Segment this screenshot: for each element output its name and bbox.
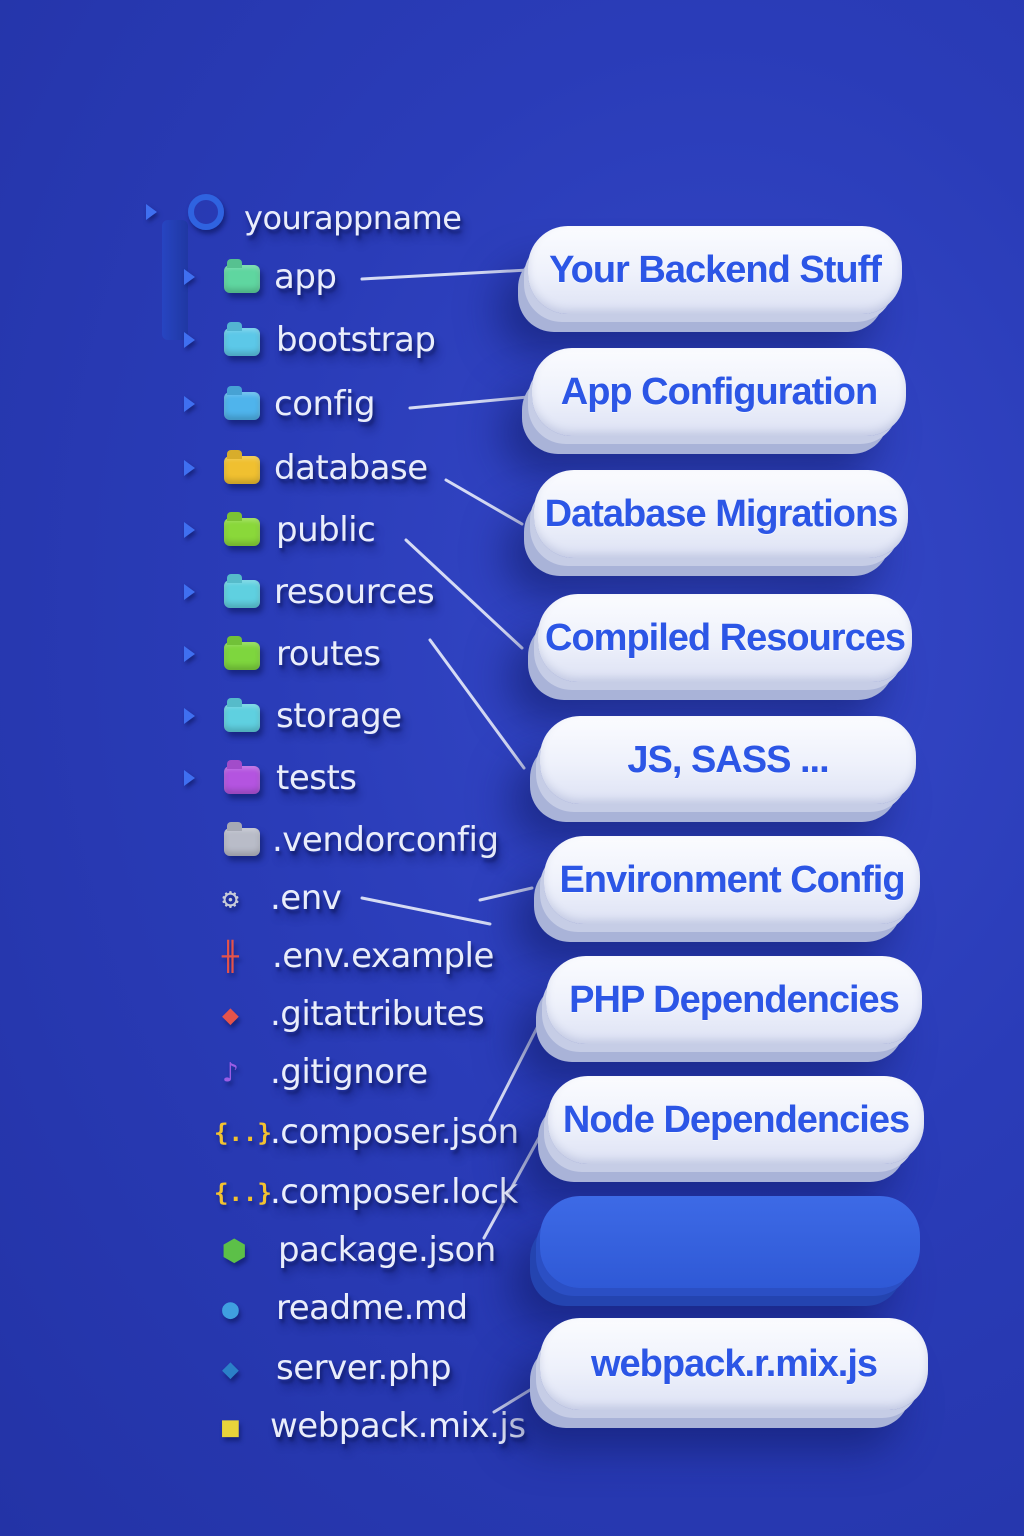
annotation-pill: webpack.r.mix.js <box>540 1318 928 1410</box>
folder-label[interactable]: tests <box>276 756 357 800</box>
info-icon: ● <box>222 1292 239 1325</box>
annotation-pill: JS, SASS ... <box>540 716 916 804</box>
annotation-pill: Environment Config <box>544 836 920 924</box>
file-label[interactable]: .gitignore <box>270 1050 428 1094</box>
pill-text: Your Backend Stuff <box>549 248 882 291</box>
pill-text: Database Migrations <box>544 492 899 535</box>
file-label[interactable]: .composer.json <box>270 1110 519 1154</box>
annotation-pill: Your Backend Stuff <box>528 226 902 314</box>
folder-database-icon <box>224 456 260 484</box>
root-circle-icon <box>188 194 224 230</box>
folder-label[interactable]: public <box>276 508 376 552</box>
file-label[interactable]: server.php <box>276 1346 452 1390</box>
expand-chevron-icon[interactable] <box>184 460 195 476</box>
folder-label[interactable]: storage <box>276 694 402 738</box>
pill-text: App Configuration <box>560 370 878 413</box>
pill-text: Environment Config <box>559 858 905 901</box>
folder-icon <box>224 642 260 670</box>
folder-label[interactable]: database <box>274 446 428 490</box>
pill-text: JS, SASS ... <box>627 738 829 781</box>
folder-icon <box>224 766 260 794</box>
file-label[interactable]: .gitattributes <box>270 992 485 1036</box>
file-label[interactable]: webpack.mix.js <box>270 1404 526 1448</box>
file-label[interactable]: .env.example <box>272 934 494 978</box>
annotation-pill: PHP Dependencies <box>546 956 922 1044</box>
node-icon: ⬢ <box>222 1234 247 1267</box>
expand-chevron-icon[interactable] <box>184 584 195 600</box>
sliders-icon: ╫ <box>222 940 239 973</box>
folder-icon <box>224 704 260 732</box>
file-label[interactable]: .env <box>270 876 342 920</box>
expand-chevron-icon[interactable] <box>184 269 195 285</box>
expand-chevron-icon[interactable] <box>184 332 195 348</box>
folder-gear-icon <box>224 392 260 420</box>
expand-chevron-icon[interactable] <box>184 708 195 724</box>
folder-label[interactable]: routes <box>276 632 381 676</box>
annotation-pill: Node Dependencies <box>548 1076 924 1164</box>
scene: yourappname app bootstrap config database pu… <box>0 0 1024 1536</box>
file-label[interactable]: .composer.lock <box>270 1170 518 1214</box>
braces-icon: {..} <box>214 1179 272 1207</box>
pill-text: Node Dependencies <box>562 1098 910 1141</box>
file-tree: yourappname app bootstrap config database pu… <box>0 0 560 1536</box>
folder-label[interactable]: .vendorconfig <box>272 818 499 862</box>
folder-label[interactable]: resources <box>274 570 435 614</box>
file-label[interactable]: readme.md <box>276 1286 468 1330</box>
root-chevron-icon[interactable] <box>146 204 157 220</box>
pill-text: Compiled Resources <box>545 616 906 659</box>
folder-icon <box>224 518 260 546</box>
expand-chevron-icon[interactable] <box>184 396 195 412</box>
folder-icon <box>224 265 260 293</box>
expand-chevron-icon[interactable] <box>184 522 195 538</box>
js-icon: ■ <box>222 1410 239 1443</box>
gear-icon: ⚙ <box>222 882 239 915</box>
folder-icon <box>224 580 260 608</box>
annotation-pill: App Configuration <box>532 348 906 436</box>
folder-label[interactable]: app <box>274 255 337 299</box>
folder-icon <box>224 828 260 856</box>
annotation-pill: Database Migrations <box>534 470 908 558</box>
gitignore-icon: ♪ <box>222 1056 239 1089</box>
file-label[interactable]: package.json <box>278 1228 496 1272</box>
annotation-pill: Compiled Resources <box>538 594 912 682</box>
folder-label[interactable]: config <box>274 382 376 426</box>
git-icon: ◆ <box>222 998 239 1031</box>
pill-text: PHP Dependencies <box>569 978 900 1021</box>
folder-label[interactable]: bootstrap <box>276 318 436 362</box>
php-icon: ◆ <box>222 1352 239 1385</box>
pill-text: webpack.r.mix.js <box>590 1342 878 1385</box>
root-folder-label[interactable]: yourappname <box>244 196 462 240</box>
blank-pill <box>540 1196 920 1288</box>
expand-chevron-icon[interactable] <box>184 770 195 786</box>
braces-icon: {..} <box>214 1119 272 1147</box>
expand-chevron-icon[interactable] <box>184 646 195 662</box>
folder-icon <box>224 328 260 356</box>
